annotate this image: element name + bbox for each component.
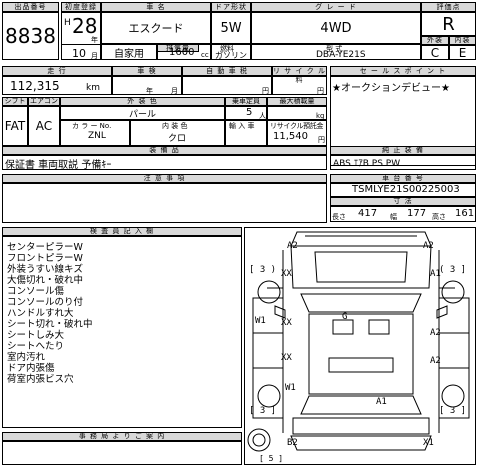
office-notes-box: [2, 441, 242, 465]
score-header: 評価点: [421, 2, 476, 12]
color-no-header: カ ラ ー No.: [72, 122, 112, 130]
height: 161: [455, 208, 475, 219]
model: DBA-YE21S: [316, 50, 366, 60]
door-header: ドア形状: [211, 2, 251, 12]
recycle-deposit-header: リサイクル預託金: [270, 122, 324, 130]
damage-b3-left: [ 3 ): [249, 265, 277, 275]
regulated-equipment-header: 純 正 装 備: [330, 146, 476, 155]
int-color: クロ: [168, 134, 187, 144]
equipment: 保証書 車両取説 予備ｷｰ: [5, 160, 112, 171]
damage-x1-bottom: X1: [423, 438, 434, 448]
capacity-header: 乗車定員: [225, 97, 267, 106]
damage-w1-rear: W1: [285, 383, 296, 393]
grade-header: グ レ ー ド: [251, 2, 421, 12]
damage-a1-rear: A1: [376, 397, 387, 407]
mileage: 112,315: [10, 79, 60, 93]
inspection-header: 車 検: [112, 66, 182, 76]
notes-header: 注 意 事 項: [2, 174, 327, 183]
recycle-deposit: 11,540: [273, 131, 308, 142]
door-type: 5W: [211, 12, 251, 44]
aircon-header: エアコン: [28, 97, 60, 106]
damage-b5-spare: [ 5 ]: [259, 454, 284, 463]
car-outline: [247, 231, 470, 452]
shift: FAT: [2, 106, 28, 146]
car-name: エスクード: [101, 12, 211, 44]
car-name-header: 車 名: [101, 2, 211, 12]
inspector-header: 検 査 員 記 入 欄: [2, 227, 242, 236]
inspector-notes-box: センターピラーW フロントピラーW 外装うすい線キズ 大傷切れ・破れ中 コンソール傷 コン…: [2, 236, 242, 428]
first-reg-header: 初度登録: [61, 2, 101, 12]
damage-w1-left: W1: [255, 316, 266, 326]
lot-no: 8838: [2, 12, 59, 60]
damage-b3-rear-right: [ 3 ]: [439, 406, 467, 416]
color-no: ZNL: [88, 131, 106, 141]
sales-point: ★オークションデビュー★: [332, 83, 450, 94]
score: R: [421, 12, 476, 36]
damage-xx-rear: XX: [281, 353, 292, 363]
reg-month: 10: [72, 47, 86, 60]
km-unit: km: [86, 83, 100, 93]
ext-color-header: 外 装 色: [60, 97, 225, 106]
shift-header: シフト: [2, 97, 28, 106]
damage-g-center: G: [342, 312, 348, 322]
damage-a2-rear: A2: [430, 356, 441, 366]
damage-a2-front-left: A2: [287, 241, 298, 251]
regulated-equipment: ABS ｴｱB PS PW: [333, 159, 401, 169]
damage-b3-rear-left: [ 3 ]: [249, 406, 277, 416]
width: 177: [407, 208, 427, 219]
equipment-header: 装 備 品: [2, 146, 327, 155]
mileage-header: 走 行: [2, 66, 112, 76]
ext-score: C: [421, 45, 449, 60]
exterior-header: 外装: [421, 36, 449, 45]
cc-unit: cc: [201, 51, 209, 59]
damage-a1-front: A1: [430, 269, 441, 279]
damage-b2-bottom: B2: [287, 438, 298, 448]
displacement: 1600: [169, 47, 195, 58]
auto-tax-header: 自 動 車 税: [182, 66, 272, 76]
int-score: E: [449, 45, 476, 60]
length: 417: [358, 208, 378, 219]
remark-item: 荷室内張ビス穴: [7, 374, 74, 385]
month-unit: 月: [91, 52, 98, 60]
fuel: ガソリン: [215, 51, 247, 60]
grade: 4WD: [251, 12, 421, 44]
damage-b3-right: ( 3 ]: [439, 265, 467, 275]
int-color-header: 内 装 色: [162, 122, 188, 130]
purpose: 自家用: [101, 44, 157, 60]
lot-no-header: 出品番号: [2, 2, 59, 12]
chassis-header: 車 台 番 号: [330, 174, 476, 183]
damage-xx-front: XX: [281, 269, 292, 279]
sales-point-header: セ ー ル ス ポ イ ン ト: [330, 66, 476, 76]
interior-header: 内装: [449, 36, 476, 45]
notes-box: [2, 183, 327, 223]
chassis-no: TSMLYE21S00225003: [352, 184, 460, 195]
recycle-fee-header: リ サ イ ク ル 料: [272, 66, 327, 84]
car-diagram: A2 A2 [ 3 ) ( 3 ] XX A1 W1 G XX A2 XX A2…: [244, 227, 476, 465]
import-header: 輸 入 車: [229, 122, 255, 130]
damage-a2-front-right: A2: [423, 241, 434, 251]
ext-color: パール: [60, 106, 225, 120]
office-header: 事 務 局 よ り ご 案 内: [2, 432, 242, 441]
era-label: H: [64, 18, 71, 28]
dimensions-header: 寸 法: [330, 197, 476, 206]
max-load-header: 最大積載量: [267, 97, 327, 106]
damage-a2-mid: A2: [430, 328, 441, 338]
capacity: 5: [246, 107, 253, 118]
damage-xx-mid: XX: [281, 318, 292, 328]
aircon: AC: [28, 106, 60, 146]
